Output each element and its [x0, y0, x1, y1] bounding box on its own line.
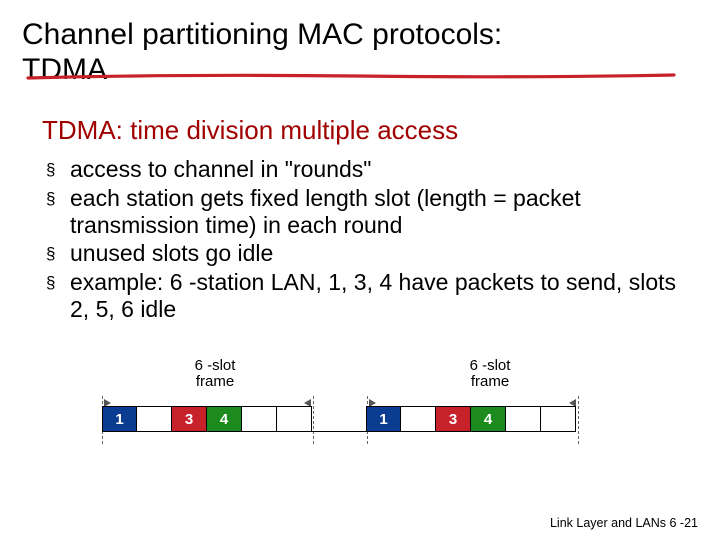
- slot-number: 1: [103, 411, 136, 428]
- slot-active: 3: [172, 406, 207, 432]
- slot-active: 4: [207, 406, 242, 432]
- slot-active: 1: [366, 406, 401, 432]
- frame-gap: [312, 406, 366, 432]
- bullet-text: access to channel in "rounds": [70, 156, 698, 183]
- title-underline: [26, 73, 676, 78]
- slot-active: 4: [471, 406, 506, 432]
- frame-label-1: 6 -slotframe: [185, 358, 245, 391]
- bullet-icon: §: [46, 185, 70, 213]
- bullet-text: unused slots go idle: [70, 240, 698, 267]
- slot-number: 3: [172, 411, 206, 428]
- slot-idle: [137, 406, 172, 432]
- slot-idle: [277, 406, 312, 432]
- slot-number: 3: [436, 411, 470, 428]
- bullet-icon: §: [46, 156, 70, 184]
- bullet-text: each station gets fixed length slot (len…: [70, 185, 698, 239]
- slot-idle: [242, 406, 277, 432]
- slot-number: 4: [471, 411, 505, 428]
- bullet-icon: §: [46, 240, 70, 268]
- list-item: § each station gets fixed length slot (l…: [46, 185, 698, 239]
- title-line-1: Channel partitioning MAC protocols:: [22, 18, 502, 51]
- list-item: § access to channel in "rounds": [46, 156, 698, 184]
- slide-footer: Link Layer and LANs 6 -21: [550, 516, 698, 530]
- slot-idle: [401, 406, 436, 432]
- slot-idle: [541, 406, 576, 432]
- slot-number: 4: [207, 411, 241, 428]
- bullet-list: § access to channel in "rounds" § each s…: [46, 156, 698, 324]
- slot-idle: [506, 406, 541, 432]
- subtitle: TDMA: time division multiple access: [42, 115, 698, 146]
- slot-active: 1: [102, 406, 137, 432]
- slot-number: 1: [367, 411, 400, 428]
- list-item: § unused slots go idle: [46, 240, 698, 268]
- list-item: § example: 6 -station LAN, 1, 3, 4 have …: [46, 269, 698, 323]
- frame-tick: [578, 396, 579, 444]
- slot-active: 3: [436, 406, 471, 432]
- bullet-text: example: 6 -station LAN, 1, 3, 4 have pa…: [70, 269, 698, 323]
- tdma-diagram: 6 -slotframe 6 -slotframe 1 3 4 1 3 4: [102, 358, 642, 468]
- timeline: 1 3 4 1 3 4: [102, 406, 576, 436]
- frame-label-2: 6 -slotframe: [460, 358, 520, 391]
- bullet-icon: §: [46, 269, 70, 297]
